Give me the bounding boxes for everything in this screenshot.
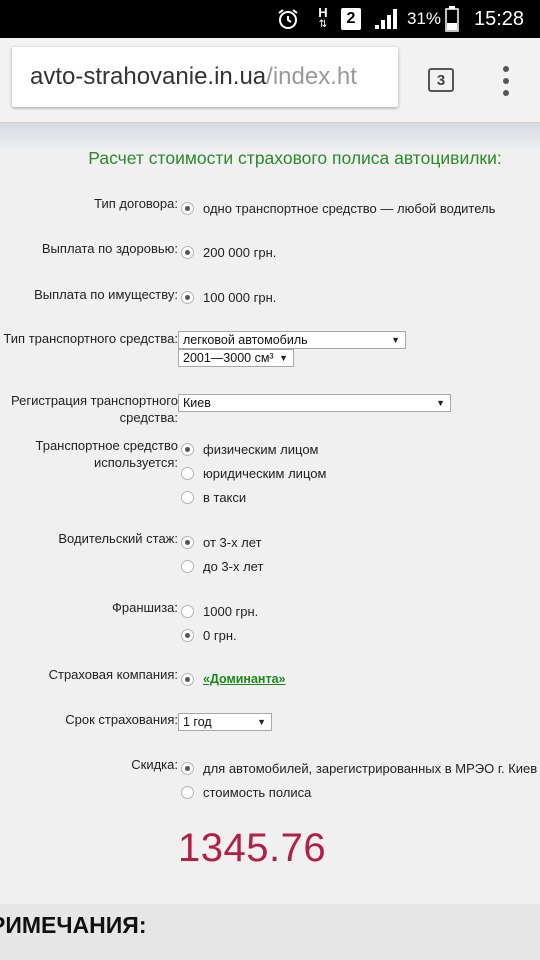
usage-option-taxi[interactable]: в такси	[181, 488, 246, 506]
usage-option-individual[interactable]: физическим лицом	[181, 440, 319, 458]
notes-heading: РИМЕЧАНИЯ:	[0, 912, 147, 938]
discount-option-kiev-mreo[interactable]: для автомобилей, зарегистрированных в МР…	[181, 759, 537, 777]
registration-select[interactable]: Киев ▼	[178, 394, 451, 412]
radio-button[interactable]	[181, 466, 194, 480]
page-content: Расчет стоимости страхового полиса автоц…	[0, 123, 540, 960]
radio-button[interactable]	[181, 245, 194, 259]
signal-bars-icon	[372, 0, 402, 38]
insurer-label: Страховая компания:	[48, 667, 178, 682]
url-path: /index.ht	[266, 63, 357, 90]
franchise-option-1000[interactable]: 1000 грн.	[181, 602, 258, 620]
header-banner-image	[0, 123, 540, 149]
dropdown-arrow-icon: ▼	[279, 353, 288, 363]
discount-label: Скидка:	[131, 757, 178, 772]
vehicle-type-label: Тип транспортного средства:	[3, 331, 178, 346]
notes-section: РИМЕЧАНИЯ:	[0, 904, 540, 960]
tab-switcher-button[interactable]: 3	[428, 68, 454, 92]
term-select[interactable]: 1 год ▼	[178, 713, 272, 731]
radio-button[interactable]	[181, 490, 194, 504]
health-payout-option-1[interactable]: 200 000 грн.	[181, 243, 276, 261]
radio-button[interactable]	[181, 761, 194, 775]
form-title: Расчет стоимости страхового полиса автоц…	[88, 148, 502, 168]
sim-badge: 2	[340, 0, 362, 38]
dropdown-arrow-icon: ▼	[391, 335, 400, 345]
insurer-link[interactable]: «Доминанта»	[203, 672, 286, 686]
network-label: H	[318, 5, 328, 20]
alarm-clock-icon	[274, 0, 302, 38]
franchise-label: Франшиза:	[111, 600, 178, 615]
property-payout-option-1[interactable]: 100 000 грн.	[181, 288, 276, 306]
experience-option-under-3[interactable]: до 3-х лет	[181, 557, 263, 575]
vehicle-type-select[interactable]: легковой автомобиль ▼	[178, 331, 406, 349]
browser-toolbar: avto-strahovanie.in.ua/index.ht 3	[0, 38, 540, 123]
radio-button[interactable]	[181, 442, 194, 456]
battery-icon	[444, 0, 460, 38]
property-payout-label: Выплата по имуществу:	[34, 287, 178, 302]
url-host: avto-strahovanie.in.ua	[30, 63, 267, 90]
contract-type-option-1[interactable]: одно транспортное средство — любой водит…	[181, 199, 495, 217]
driving-experience-label: Водительский стаж:	[58, 531, 178, 546]
term-label: Срок страхования:	[65, 712, 178, 727]
registration-label: Регистрация транспортного средства:	[11, 393, 178, 425]
contract-type-label: Тип договора:	[94, 196, 178, 211]
clock-time: 15:28	[473, 7, 525, 30]
network-type-indicator: H ⇅	[312, 0, 334, 38]
health-payout-label: Выплата по здоровью:	[41, 241, 178, 256]
discount-option-policy-cost[interactable]: стоимость полиса	[181, 783, 311, 801]
overflow-menu-icon[interactable]	[495, 66, 517, 96]
franchise-option-0[interactable]: 0 грн.	[181, 626, 237, 644]
radio-button[interactable]	[181, 628, 194, 642]
dropdown-arrow-icon: ▼	[257, 717, 266, 727]
insurer-option-1[interactable]: «Доминанта»	[181, 670, 286, 688]
usage-label: Транспортное средство используется:	[35, 438, 178, 470]
radio-button[interactable]	[181, 672, 194, 686]
radio-button[interactable]	[181, 559, 194, 573]
battery-percent: 31%	[406, 9, 442, 28]
radio-button[interactable]	[181, 535, 194, 549]
radio-button[interactable]	[181, 201, 194, 215]
policy-price: 1345.76	[178, 826, 327, 870]
data-arrows-icon: ⇅	[318, 19, 328, 30]
radio-button[interactable]	[181, 604, 194, 618]
radio-button[interactable]	[181, 785, 194, 799]
status-bar: H ⇅ 2 31% 15:28	[0, 0, 540, 38]
usage-option-legal-entity[interactable]: юридическим лицом	[181, 464, 326, 482]
radio-button[interactable]	[181, 290, 194, 304]
dropdown-arrow-icon: ▼	[436, 398, 445, 408]
engine-volume-select[interactable]: 2001—3000 см³ ▼	[178, 349, 294, 367]
experience-option-over-3[interactable]: от 3-х лет	[181, 533, 262, 551]
url-bar[interactable]: avto-strahovanie.in.ua/index.ht	[12, 47, 398, 107]
